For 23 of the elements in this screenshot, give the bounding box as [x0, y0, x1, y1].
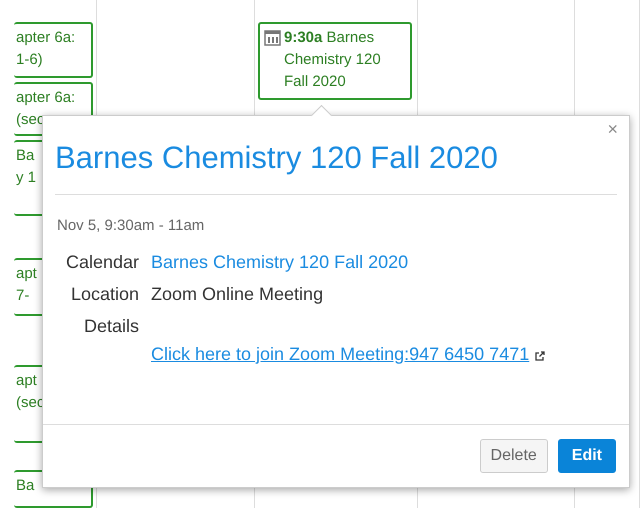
calendar-icon — [264, 29, 281, 46]
field-value: Zoom Online Meeting — [151, 284, 324, 304]
field-label: Details — [84, 316, 139, 338]
event-text: apt — [16, 371, 38, 391]
meeting-link[interactable]: Click here to join Zoom Meeting:947 6450 7471 — [151, 344, 530, 365]
close-button[interactable]: × — [605, 119, 620, 140]
field-label: Calendar — [66, 252, 139, 273]
event-title: 9:30a Barnes Chemistry 120 Fall 2020 — [284, 28, 382, 92]
delete-button[interactable]: Delete — [480, 439, 548, 473]
field-label: Location — [70, 284, 139, 305]
event-title: Barnes Chemistry 120 Fall 2020 — [55, 140, 617, 195]
external-link-icon — [535, 351, 546, 361]
event-text: apter 6a: — [16, 28, 76, 48]
calendar-link[interactable]: Barnes Chemistry 120 Fall 2020 — [151, 252, 408, 272]
event-text: y 1 — [16, 168, 38, 188]
event-text: apt — [16, 264, 38, 284]
event-card[interactable]: apter 6a: 1-6) — [14, 22, 93, 78]
event-date: Nov 5, 9:30am - 11am — [57, 217, 204, 234]
event-text: 1-6) — [16, 50, 44, 70]
edit-button[interactable]: Edit — [558, 439, 616, 473]
event-text: Ba — [16, 476, 36, 496]
event-text: apter 6a: — [16, 88, 76, 108]
event-card[interactable]: 9:30a Barnes Chemistry 120 Fall 2020 — [258, 22, 412, 100]
